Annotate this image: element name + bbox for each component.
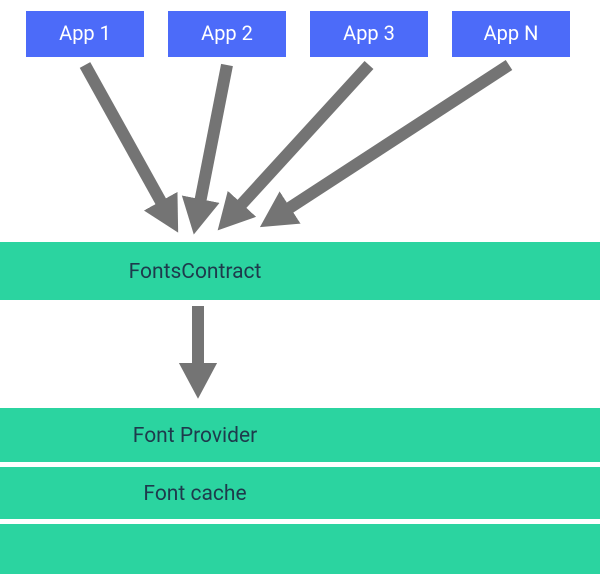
- arrow-app2: [197, 65, 227, 218]
- apps-row: App 1 App 2 App 3 App N: [26, 11, 570, 57]
- app-box-n: App N: [452, 11, 570, 57]
- app-label: App 1: [59, 21, 111, 45]
- app-box-3: App 3: [310, 11, 428, 57]
- app-label: App 2: [201, 21, 253, 45]
- font-provider-layer: Font Provider: [0, 408, 600, 462]
- font-provider-label: Font Provider: [133, 424, 257, 448]
- arrows-apps-to-contract: [85, 65, 509, 218]
- fonts-contract-label: FontsContract: [129, 260, 262, 284]
- font-cache-label: Font cache: [143, 482, 246, 506]
- app-box-1: App 1: [26, 11, 144, 57]
- app-box-2: App 2: [168, 11, 286, 57]
- bottom-band: [0, 524, 600, 574]
- arrow-app1: [85, 65, 170, 218]
- font-cache-layer: Font cache: [0, 467, 600, 519]
- app-label: App 3: [343, 21, 395, 45]
- font-provider-diagram: App 1 App 2 App 3 App N FontsContract Fo…: [0, 0, 600, 574]
- app-label: App N: [484, 21, 539, 45]
- fonts-contract-layer: FontsContract: [0, 242, 600, 300]
- arrow-appn: [274, 65, 509, 218]
